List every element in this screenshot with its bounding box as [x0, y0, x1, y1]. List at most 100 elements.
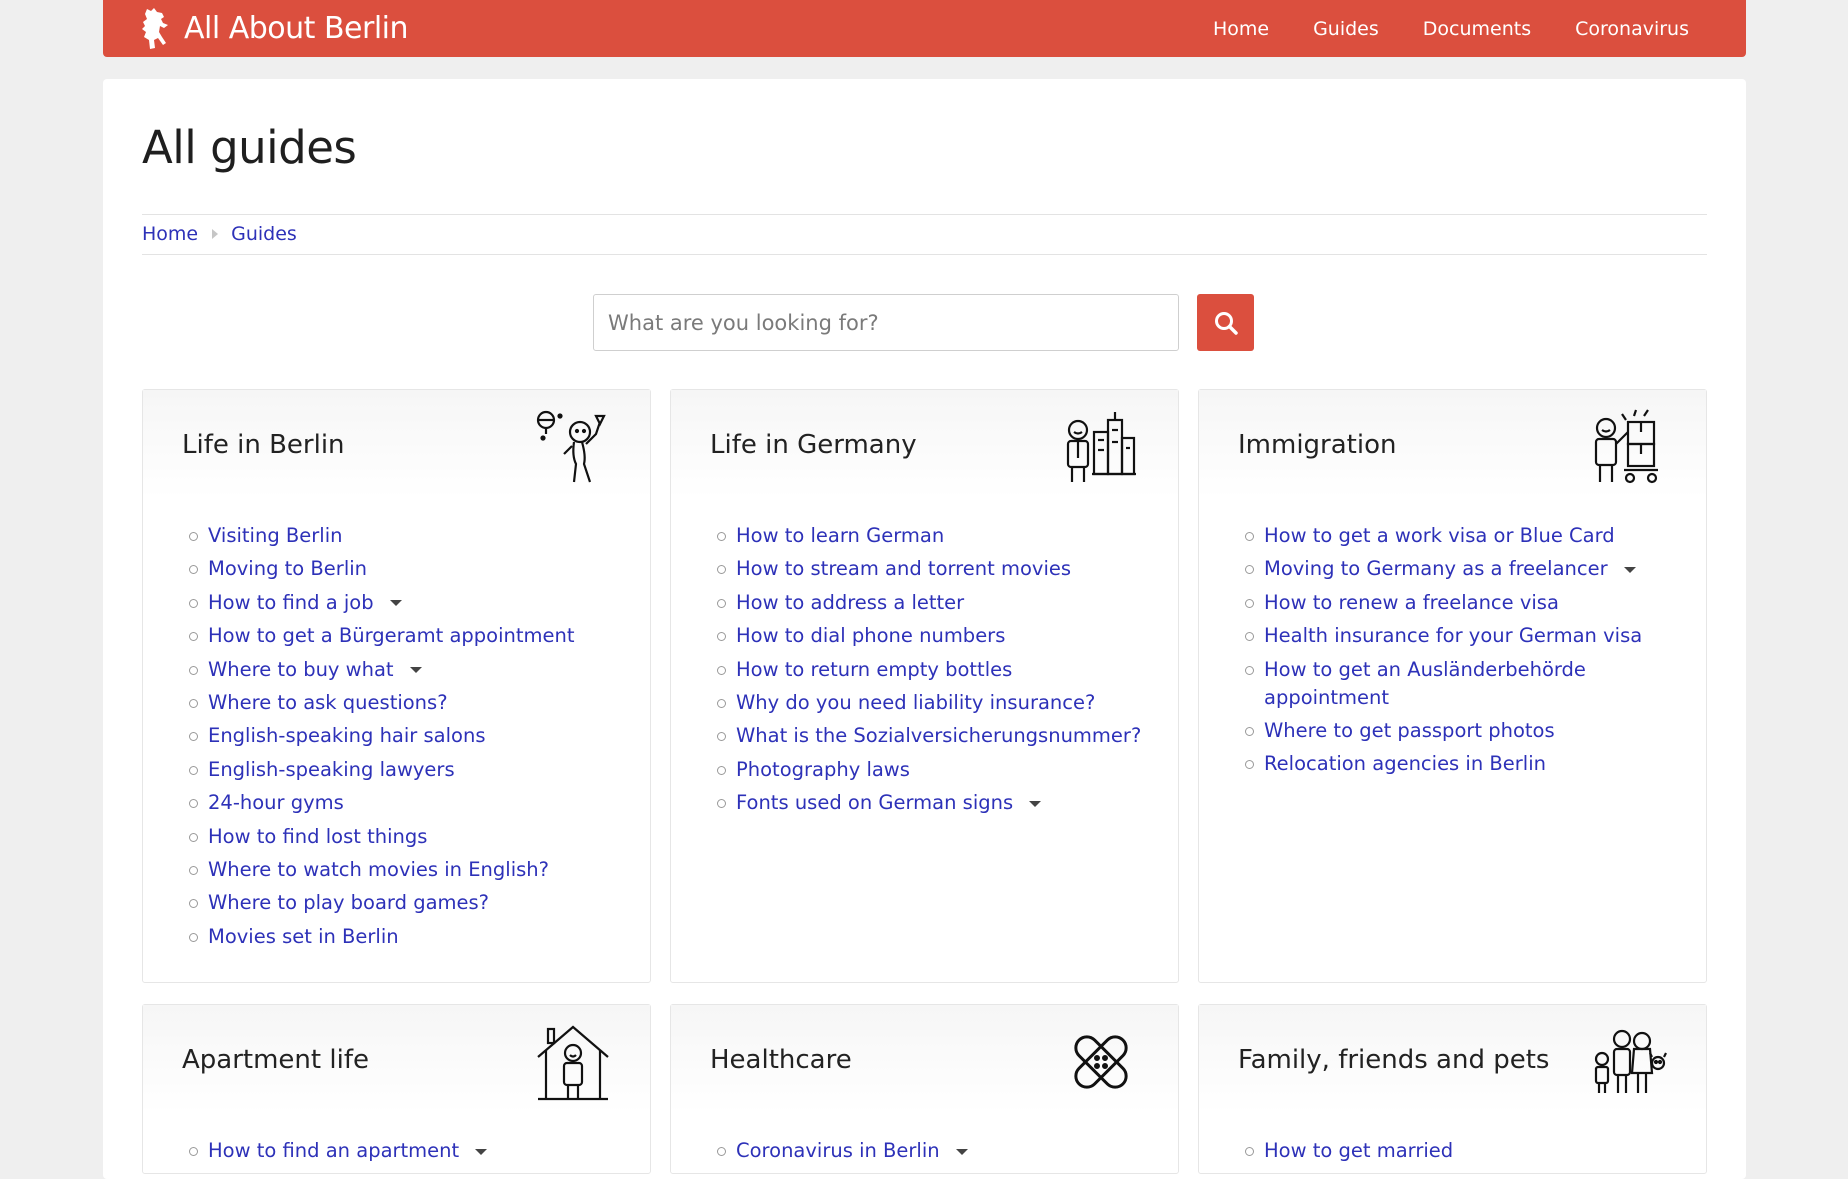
guide-link[interactable]: How to get married	[1264, 1139, 1453, 1162]
chevron-down-icon[interactable]	[1029, 800, 1042, 807]
guide-link[interactable]: Where to play board games?	[208, 891, 489, 914]
guide-link[interactable]: How to get a Bürgeramt appointment	[208, 624, 575, 647]
guide-link[interactable]: How to stream and torrent movies	[736, 557, 1071, 580]
guide-link[interactable]: Where to watch movies in English?	[208, 858, 549, 881]
guide-link[interactable]: Visiting Berlin	[208, 524, 343, 547]
list-item: How to stream and torrent movies	[717, 555, 1178, 583]
divider	[142, 254, 1707, 255]
person-moving-boxes-icon	[1594, 409, 1658, 484]
guide-card-healthcare: Healthcare Coronavirus in Berlin	[670, 1004, 1179, 1174]
card-header: Immigration	[1199, 390, 1706, 498]
chevron-down-icon[interactable]	[955, 1148, 968, 1155]
list-item: Where to get passport photos	[1245, 717, 1706, 745]
list-item: How to find an apartment	[189, 1137, 650, 1165]
guide-list: Visiting Berlin Moving to Berlin How to …	[143, 522, 650, 951]
list-item: How to return empty bottles	[717, 656, 1178, 684]
guide-link[interactable]: Moving to Berlin	[208, 557, 367, 580]
list-item: Coronavirus in Berlin	[717, 1137, 1178, 1165]
card-header: Life in Berlin	[143, 390, 650, 498]
list-item: 24-hour gyms	[189, 789, 650, 817]
list-item: Where to watch movies in English?	[189, 856, 650, 884]
bandage-icon	[1074, 1035, 1128, 1089]
list-item: How to get married	[1245, 1137, 1706, 1165]
guide-link[interactable]: How to return empty bottles	[736, 658, 1012, 681]
list-item: English-speaking hair salons	[189, 722, 650, 750]
card-title: Apartment life	[182, 1045, 369, 1075]
nav-coronavirus[interactable]: Coronavirus	[1575, 18, 1689, 40]
guide-list: How to get married	[1199, 1137, 1706, 1165]
nav-home[interactable]: Home	[1213, 18, 1269, 40]
list-item: How to find a job	[189, 589, 650, 617]
breadcrumb-home[interactable]: Home	[142, 223, 198, 245]
card-title: Family, friends and pets	[1238, 1045, 1550, 1075]
breadcrumb-guides[interactable]: Guides	[231, 223, 297, 245]
guide-link[interactable]: Moving to Germany as a freelancer	[1264, 557, 1608, 580]
guide-link[interactable]: How to dial phone numbers	[736, 624, 1005, 647]
guide-list: Coronavirus in Berlin	[671, 1137, 1178, 1165]
list-item: Fonts used on German signs	[717, 789, 1178, 817]
berlin-bear-icon	[142, 7, 168, 49]
guide-list: How to get a work visa or Blue Card Movi…	[1199, 522, 1706, 778]
guide-link[interactable]: How to address a letter	[736, 591, 964, 614]
nav-documents[interactable]: Documents	[1423, 18, 1531, 40]
chevron-down-icon[interactable]	[1623, 566, 1636, 573]
list-item: How to get an Ausländerbehörde appointme…	[1245, 656, 1706, 712]
list-item: Photography laws	[717, 756, 1178, 784]
guide-link[interactable]: English-speaking hair salons	[208, 724, 486, 747]
guide-link[interactable]: Movies set in Berlin	[208, 925, 399, 948]
guide-link[interactable]: How to get an Ausländerbehörde appointme…	[1264, 658, 1586, 709]
guide-card-immigration: Immigration How to get a work visa or Bl…	[1198, 389, 1707, 983]
card-title: Immigration	[1238, 430, 1397, 460]
guide-list: How to find an apartment	[143, 1137, 650, 1165]
list-item: Health insurance for your German visa	[1245, 622, 1706, 650]
list-item: Moving to Berlin	[189, 555, 650, 583]
list-item: How to get a work visa or Blue Card	[1245, 522, 1706, 550]
guide-card-family-friends-pets: Family, friends and pets How to get marr…	[1198, 1004, 1707, 1174]
card-title: Life in Germany	[710, 430, 917, 460]
guide-link[interactable]: What is the Sozialversicherungsnummer?	[736, 724, 1141, 747]
list-item: Visiting Berlin	[189, 522, 650, 550]
guide-link[interactable]: Fonts used on German signs	[736, 791, 1013, 814]
guide-card-apartment-life: Apartment life How to find an apartment	[142, 1004, 651, 1174]
guide-link[interactable]: Where to buy what	[208, 658, 394, 681]
guide-link[interactable]: Photography laws	[736, 758, 910, 781]
guide-link[interactable]: Relocation agencies in Berlin	[1264, 752, 1546, 775]
guide-list: How to learn German How to stream and to…	[671, 522, 1178, 817]
brand-link[interactable]: All About Berlin	[140, 7, 409, 51]
guide-link[interactable]: How to find lost things	[208, 825, 427, 848]
main-nav: Home Guides Documents Coronavirus	[1169, 18, 1689, 40]
list-item: Movies set in Berlin	[189, 923, 650, 951]
guide-link[interactable]: English-speaking lawyers	[208, 758, 455, 781]
guide-link[interactable]: 24-hour gyms	[208, 791, 344, 814]
guide-link[interactable]: Where to ask questions?	[208, 691, 448, 714]
search-button[interactable]	[1197, 294, 1254, 351]
guide-link[interactable]: How to renew a freelance visa	[1264, 591, 1559, 614]
guide-link[interactable]: Why do you need liability insurance?	[736, 691, 1095, 714]
chevron-down-icon[interactable]	[389, 600, 402, 607]
guide-link[interactable]: Coronavirus in Berlin	[736, 1139, 940, 1162]
divider	[142, 214, 1707, 215]
guide-link[interactable]: Health insurance for your German visa	[1264, 624, 1642, 647]
list-item: Moving to Germany as a freelancer	[1245, 555, 1706, 583]
family-icon	[1594, 1029, 1667, 1093]
list-item: Where to play board games?	[189, 889, 650, 917]
chevron-down-icon[interactable]	[475, 1148, 488, 1155]
list-item: Where to ask questions?	[189, 689, 650, 717]
site-header: All About Berlin Home Guides Documents C…	[103, 0, 1746, 57]
list-item: How to address a letter	[717, 589, 1178, 617]
guide-link[interactable]: Where to get passport photos	[1264, 719, 1555, 742]
list-item: Why do you need liability insurance?	[717, 689, 1178, 717]
chevron-down-icon[interactable]	[409, 667, 422, 674]
search-input[interactable]	[593, 294, 1179, 351]
card-title: Life in Berlin	[182, 430, 345, 460]
guide-link[interactable]: How to find a job	[208, 591, 374, 614]
brand-name: All About Berlin	[184, 11, 409, 46]
card-title: Healthcare	[710, 1045, 852, 1075]
person-house-icon	[537, 1025, 609, 1101]
list-item: How to dial phone numbers	[717, 622, 1178, 650]
nav-guides[interactable]: Guides	[1313, 18, 1379, 40]
guide-link[interactable]: How to get a work visa or Blue Card	[1264, 524, 1615, 547]
guide-link[interactable]: How to learn German	[736, 524, 944, 547]
guide-link[interactable]: How to find an apartment	[208, 1139, 459, 1162]
list-item: How to renew a freelance visa	[1245, 589, 1706, 617]
